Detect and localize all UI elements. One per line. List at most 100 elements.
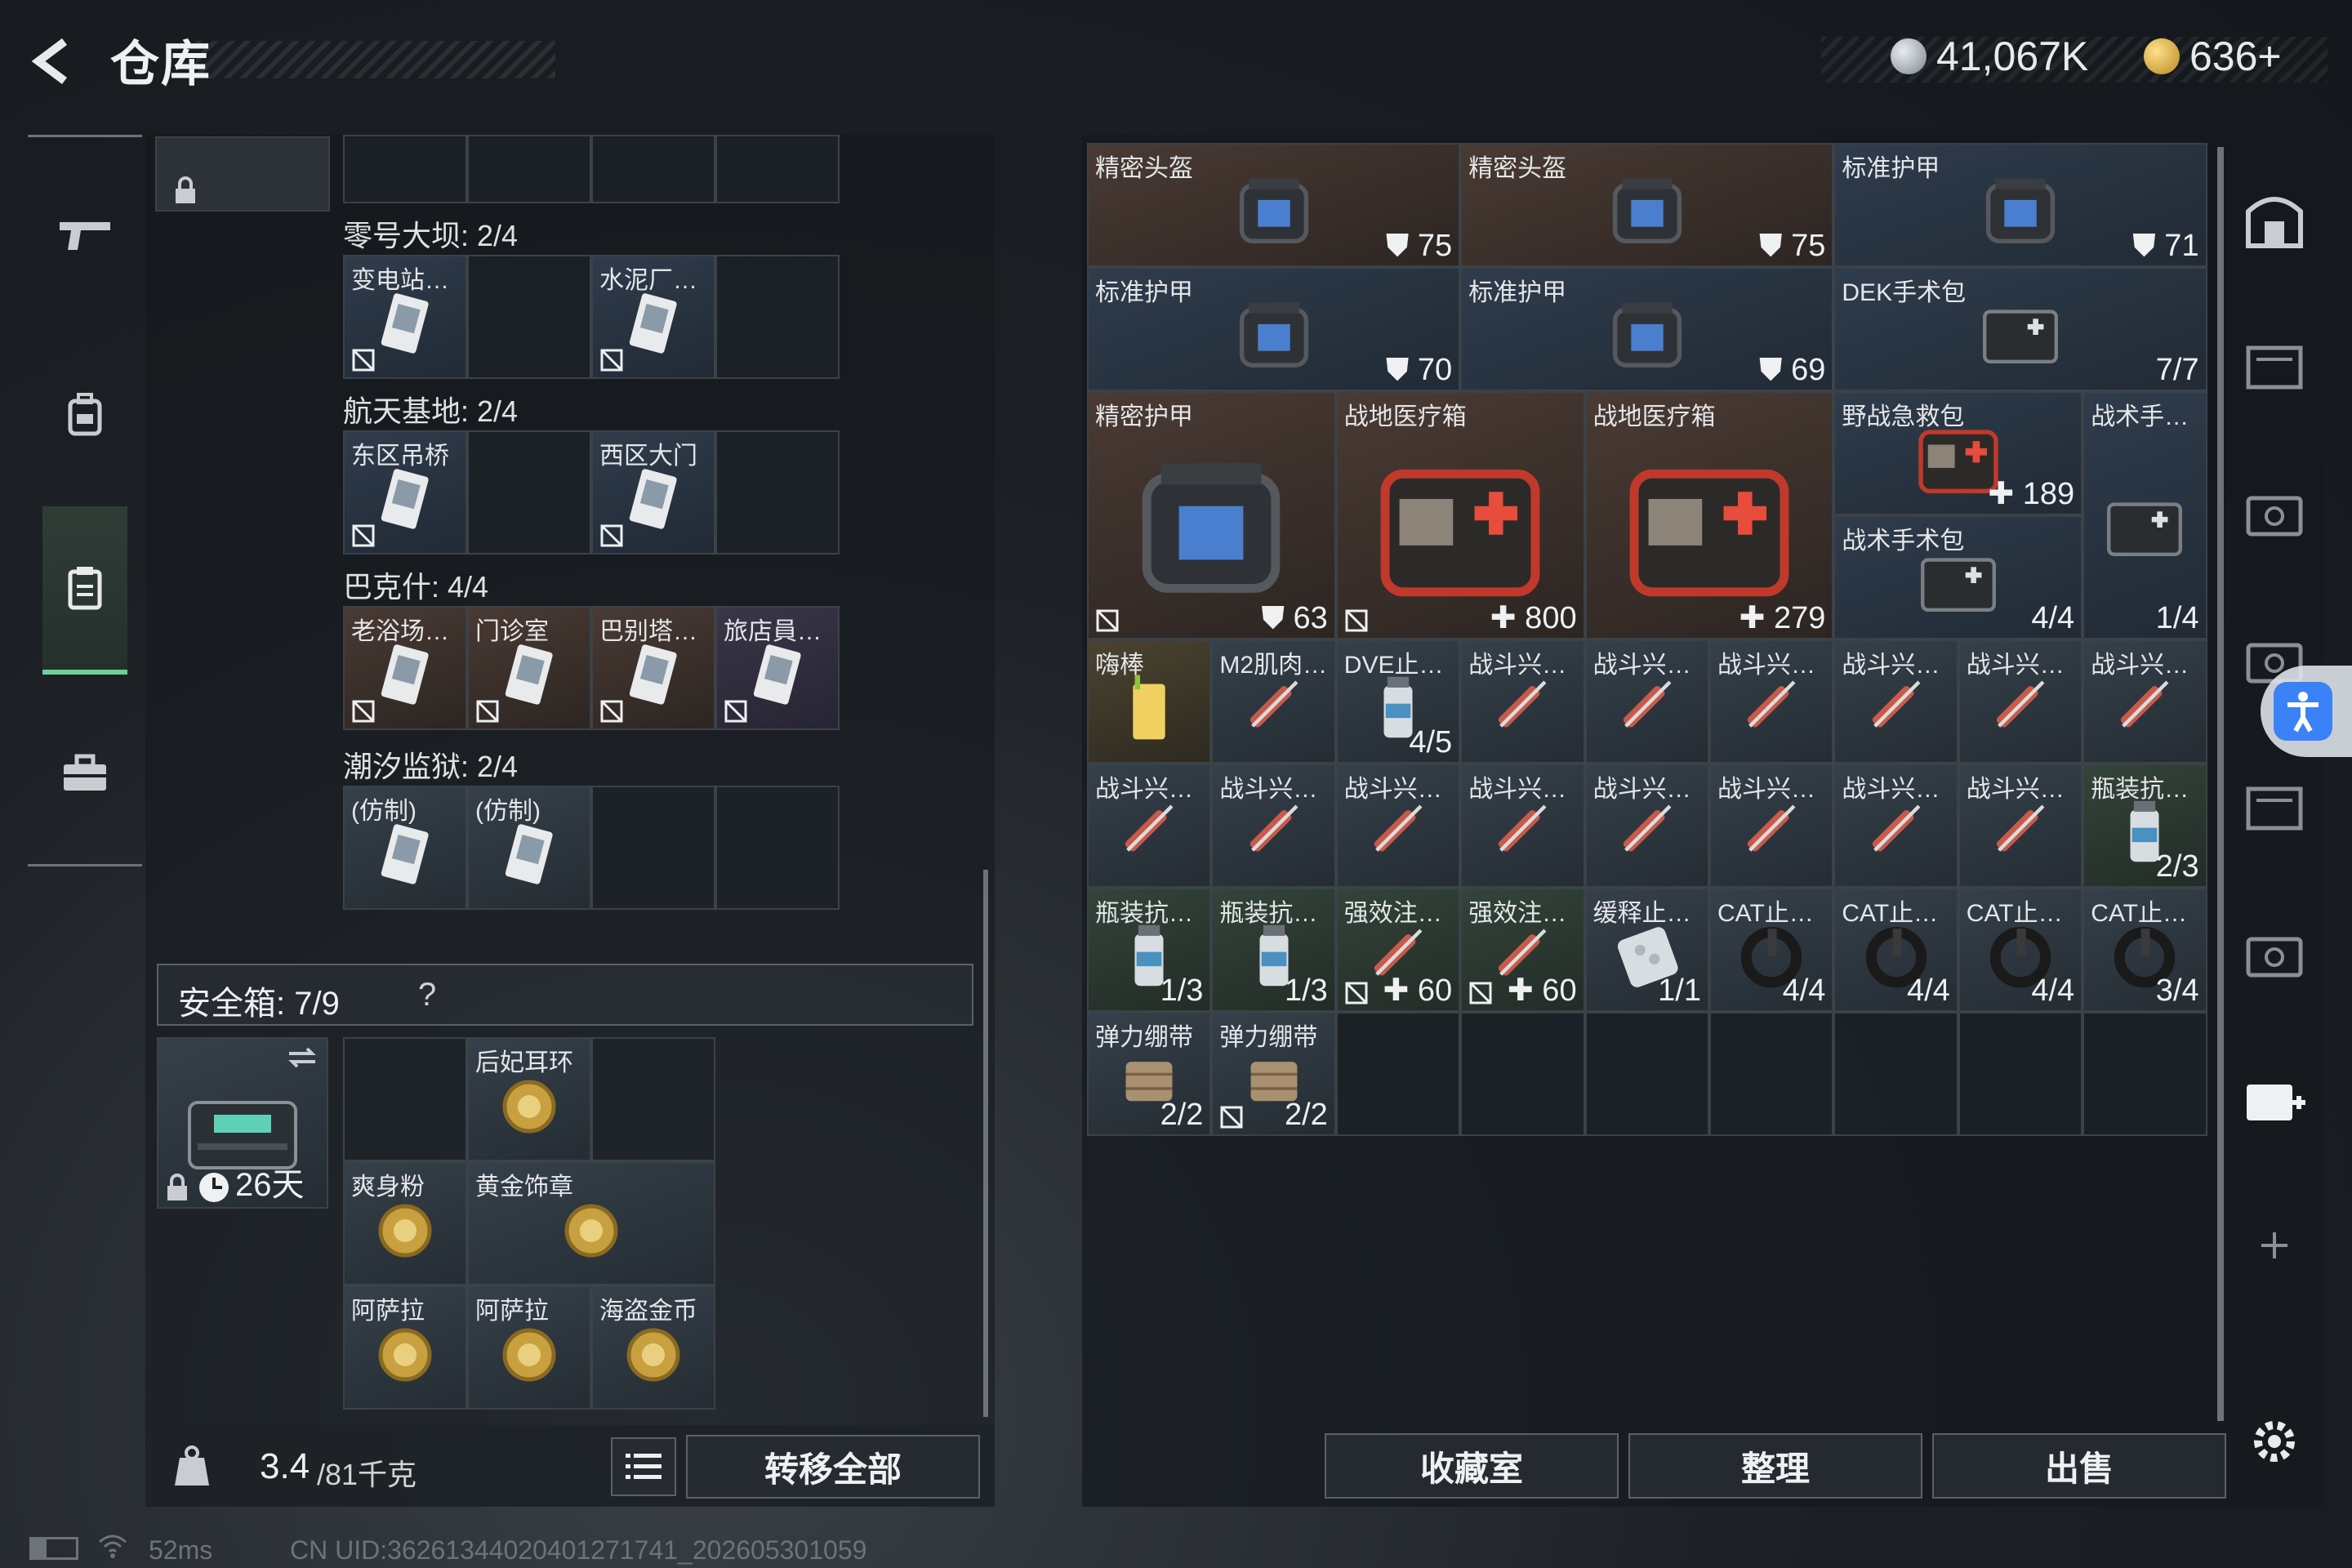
- storage-item[interactable]: CAT止… 4/4: [1709, 888, 1834, 1012]
- storage-item[interactable]: 战斗兴…: [1584, 764, 1709, 888]
- storage-empty-slot[interactable]: [1584, 1012, 1709, 1136]
- accessibility-button[interactable]: [2261, 666, 2352, 757]
- storage-item[interactable]: 战斗兴…: [2082, 639, 2207, 764]
- settings-button[interactable]: [2238, 1405, 2311, 1478]
- storage-item[interactable]: CAT止… 4/4: [1958, 888, 2083, 1012]
- key-slot[interactable]: 西区大门: [591, 430, 715, 555]
- currency-coins[interactable]: 636+: [2144, 33, 2282, 80]
- storage-tab-1[interactable]: [2238, 184, 2311, 257]
- storage-tab-2[interactable]: [2238, 327, 2311, 400]
- key-slot[interactable]: [467, 255, 591, 379]
- safebox-case[interactable]: 26天: [157, 1037, 328, 1209]
- storage-scrollbar[interactable]: [2217, 147, 2224, 1421]
- key-slot[interactable]: 旅店員…: [715, 606, 840, 730]
- key-slot[interactable]: [467, 430, 591, 555]
- back-button[interactable]: [24, 33, 82, 90]
- storage-item[interactable]: DVE止… 4/5: [1335, 639, 1461, 764]
- key-slot[interactable]: 东区吊桥: [343, 430, 467, 555]
- storage-item[interactable]: 战斗兴…: [1087, 764, 1212, 888]
- storage-item[interactable]: 战地医疗箱 ✚ 800: [1335, 391, 1585, 639]
- key-slot[interactable]: [715, 135, 840, 203]
- safebox-help-button[interactable]: ?: [418, 977, 436, 1013]
- storage-item[interactable]: 战地医疗箱 ✚ 279: [1584, 391, 1834, 639]
- storage-item[interactable]: 战斗兴…: [1584, 639, 1709, 764]
- storage-empty-slot[interactable]: [1709, 1012, 1834, 1136]
- storage-item[interactable]: 战斗兴…: [1958, 639, 2083, 764]
- key-slot[interactable]: 门诊室: [467, 606, 591, 730]
- scrollbar[interactable]: [983, 870, 988, 1417]
- nav-briefcase[interactable]: [42, 731, 127, 816]
- storage-tab-6[interactable]: [2238, 915, 2311, 988]
- safebox-slot[interactable]: [343, 1037, 467, 1161]
- storage-empty-slot[interactable]: [1460, 1012, 1585, 1136]
- storage-empty-slot[interactable]: [1958, 1012, 2083, 1136]
- storage-item[interactable]: 战斗兴…: [1833, 764, 1958, 888]
- storage-item[interactable]: 缓释止… 1/1: [1584, 888, 1709, 1012]
- storage-item[interactable]: 战斗兴…: [1211, 764, 1336, 888]
- storage-tab-3[interactable]: [2238, 474, 2311, 547]
- storage-item[interactable]: 标准护甲 ⛊ 70: [1087, 267, 1461, 391]
- key-slot[interactable]: (仿制): [467, 786, 591, 910]
- storage-item[interactable]: 瓶装抗… 1/3: [1087, 888, 1212, 1012]
- key-slot[interactable]: [467, 135, 591, 203]
- key-slot[interactable]: [591, 135, 715, 203]
- nav-backpack[interactable]: [42, 372, 127, 457]
- key-slot[interactable]: 巴别塔…: [591, 606, 715, 730]
- storage-empty-slot[interactable]: [2082, 1012, 2207, 1136]
- storage-item[interactable]: 强效注… ✚ 60: [1335, 888, 1461, 1012]
- storage-item[interactable]: 战斗兴…: [1335, 764, 1461, 888]
- add-storage-button[interactable]: [2238, 1209, 2311, 1282]
- list-view-button[interactable]: [611, 1437, 676, 1496]
- storage-item[interactable]: M2肌肉…: [1211, 639, 1336, 764]
- add-container-button[interactable]: [2238, 1062, 2311, 1135]
- nav-weapons[interactable]: [42, 192, 127, 277]
- safebox-slot[interactable]: [591, 1037, 715, 1161]
- key-slot[interactable]: (仿制): [343, 786, 467, 910]
- storage-item[interactable]: 标准护甲 ⛊ 71: [1833, 143, 2207, 267]
- storage-item[interactable]: 精密护甲 ⛊ 63: [1087, 391, 1336, 639]
- transfer-all-button[interactable]: 转移全部: [686, 1435, 980, 1499]
- key-slot[interactable]: [343, 135, 467, 203]
- key-slot[interactable]: [591, 786, 715, 910]
- key-slot[interactable]: 老浴场…: [343, 606, 467, 730]
- key-slot[interactable]: [715, 255, 840, 379]
- organize-button[interactable]: 整理: [1628, 1433, 1922, 1499]
- storage-item[interactable]: 精密头盔 ⛊ 75: [1460, 143, 1834, 267]
- storage-item[interactable]: CAT止… 3/4: [2082, 888, 2207, 1012]
- safebox-slot[interactable]: 阿萨拉: [343, 1285, 467, 1410]
- storage-item[interactable]: 标准护甲 ⛊ 69: [1460, 267, 1834, 391]
- storage-item[interactable]: 战斗兴…: [1833, 639, 1958, 764]
- swap-icon[interactable]: [286, 1045, 318, 1070]
- locked-slot[interactable]: [155, 136, 330, 212]
- storage-item[interactable]: 强效注… ✚ 60: [1460, 888, 1585, 1012]
- storage-item[interactable]: 野战急救包 ✚ 189: [1833, 391, 2083, 515]
- storage-item[interactable]: 嗨棒: [1087, 639, 1212, 764]
- storage-item[interactable]: CAT止… 4/4: [1833, 888, 1958, 1012]
- storage-tab-5[interactable]: [2238, 768, 2311, 841]
- key-slot[interactable]: 变电站…: [343, 255, 467, 379]
- storage-item[interactable]: 精密头盔 ⛊ 75: [1087, 143, 1461, 267]
- safebox-slot[interactable]: 阿萨拉: [467, 1285, 591, 1410]
- key-slot[interactable]: [715, 430, 840, 555]
- safebox-slot[interactable]: 爽身粉: [343, 1161, 467, 1285]
- storage-item[interactable]: 战斗兴…: [1460, 764, 1585, 888]
- safebox-slot[interactable]: 黄金饰章: [467, 1161, 715, 1285]
- storage-item[interactable]: 战术手… 1/4: [2082, 391, 2207, 639]
- storage-item[interactable]: 弹力绷带 2/2: [1211, 1012, 1336, 1136]
- storage-empty-slot[interactable]: [1833, 1012, 1958, 1136]
- storage-item[interactable]: 战斗兴…: [1709, 639, 1834, 764]
- storage-empty-slot[interactable]: [1335, 1012, 1461, 1136]
- collection-room-button[interactable]: 收藏室: [1325, 1433, 1619, 1499]
- sell-button[interactable]: 出售: [1932, 1433, 2226, 1499]
- storage-item[interactable]: 战术手术包 4/4: [1833, 515, 2083, 639]
- storage-item[interactable]: 战斗兴…: [1958, 764, 2083, 888]
- key-slot[interactable]: [715, 786, 840, 910]
- storage-item[interactable]: 战斗兴…: [1709, 764, 1834, 888]
- storage-item[interactable]: 弹力绷带 2/2: [1087, 1012, 1212, 1136]
- safebox-slot[interactable]: 海盗金币: [591, 1285, 715, 1410]
- storage-item[interactable]: 战斗兴…: [1460, 639, 1585, 764]
- storage-item[interactable]: 瓶装抗… 1/3: [1211, 888, 1336, 1012]
- safebox-slot[interactable]: 后妃耳环: [467, 1037, 591, 1161]
- storage-item[interactable]: DEK手术包 7/7: [1833, 267, 2207, 391]
- storage-item[interactable]: 瓶装抗… 2/3: [2082, 764, 2207, 888]
